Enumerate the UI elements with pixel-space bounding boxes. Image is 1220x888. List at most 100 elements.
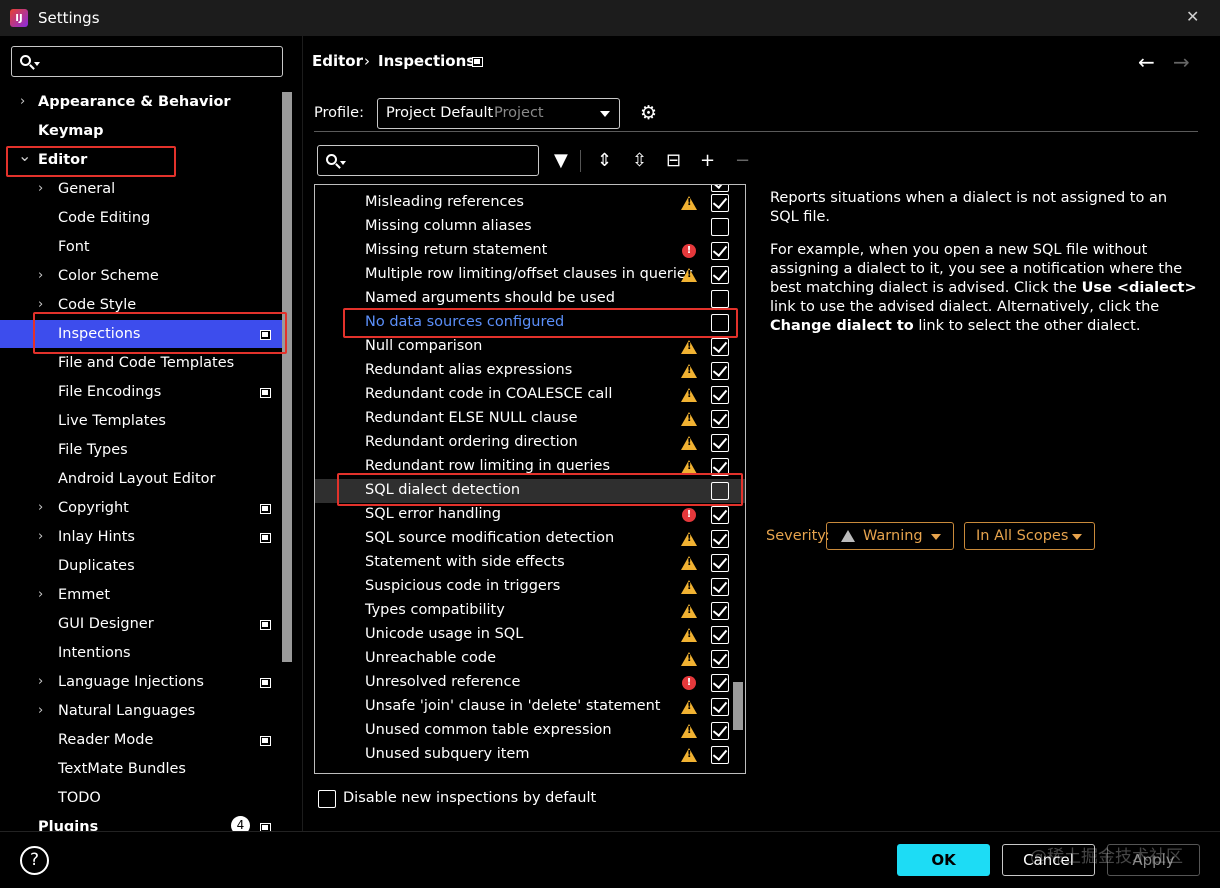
inspection-checkbox[interactable]: [711, 506, 729, 524]
breadcrumb-parent[interactable]: Editor: [312, 52, 363, 70]
inspection-checkbox[interactable]: [711, 242, 729, 260]
inspection-checkbox[interactable]: [711, 410, 729, 428]
inspection-checkbox[interactable]: [711, 362, 729, 380]
disable-new-checkbox[interactable]: [318, 790, 336, 808]
inspection-checkbox[interactable]: [711, 290, 729, 308]
close-icon[interactable]: ✕: [1186, 7, 1199, 26]
sidebar-item-label: File Encodings: [58, 384, 162, 400]
inspection-row[interactable]: SQL error handling!: [315, 503, 745, 527]
sidebar-item-general[interactable]: › General: [0, 175, 280, 203]
add-icon[interactable]: +: [700, 150, 715, 171]
inspection-checkbox[interactable]: [711, 554, 729, 572]
inspection-row[interactable]: Unresolved reference!: [315, 671, 745, 695]
sidebar-item-intentions[interactable]: Intentions: [0, 639, 280, 667]
inspection-checkbox[interactable]: [711, 722, 729, 740]
sidebar-item-textmate-bundles[interactable]: TextMate Bundles: [0, 755, 280, 783]
inspection-checkbox[interactable]: [711, 578, 729, 596]
inspection-row[interactable]: Unused common table expression: [315, 719, 745, 743]
sidebar-item-code-editing[interactable]: Code Editing: [0, 204, 280, 232]
chevron-right-icon[interactable]: ›: [20, 88, 25, 116]
inspection-label: Redundant alias expressions: [365, 362, 573, 378]
expand-all-icon[interactable]: ⇕: [597, 150, 612, 171]
sidebar-item-duplicates[interactable]: Duplicates: [0, 552, 280, 580]
profile-select[interactable]: Project Default Project: [377, 98, 620, 129]
sidebar-item-label: General: [58, 181, 116, 197]
sidebar-item-file-encodings[interactable]: File Encodings: [0, 378, 280, 406]
remove-icon[interactable]: −: [735, 150, 750, 171]
inspection-row[interactable]: Redundant code in COALESCE call: [315, 383, 745, 407]
sidebar-item-todo[interactable]: TODO: [0, 784, 280, 812]
inspection-label: Missing return statement: [365, 242, 548, 258]
inspection-checkbox[interactable]: [711, 650, 729, 668]
inspection-row[interactable]: Null comparison: [315, 335, 745, 359]
chevron-right-icon[interactable]: ›: [38, 262, 43, 290]
sidebar-search-input[interactable]: [11, 46, 283, 77]
inspection-row[interactable]: Statement with side effects: [315, 551, 745, 575]
inspection-checkbox[interactable]: [711, 386, 729, 404]
inspection-row[interactable]: Missing column aliases: [315, 215, 745, 239]
inspection-row[interactable]: Unused subquery item: [315, 743, 745, 767]
sidebar-item-label: Copyright: [58, 500, 129, 516]
chevron-right-icon[interactable]: ›: [38, 494, 43, 522]
chevron-right-icon[interactable]: ›: [38, 581, 43, 609]
inspection-row[interactable]: Unicode usage in SQL: [315, 623, 745, 647]
inspection-checkbox[interactable]: [711, 530, 729, 548]
reset-icon[interactable]: ⊟: [666, 150, 681, 171]
inspection-row[interactable]: Redundant ELSE NULL clause: [315, 407, 745, 431]
inspection-checkbox[interactable]: [711, 434, 729, 452]
gear-icon[interactable]: ⚙: [640, 102, 657, 124]
collapse-all-icon[interactable]: ⇳: [632, 150, 647, 171]
inspection-checkbox[interactable]: [711, 746, 729, 764]
inspection-label: Named arguments should be used: [365, 290, 615, 306]
inspection-row[interactable]: Redundant ordering direction: [315, 431, 745, 455]
sidebar-item-keymap[interactable]: Keymap: [0, 117, 280, 145]
chevron-right-icon[interactable]: ›: [38, 697, 43, 725]
chevron-down-icon: [931, 534, 941, 540]
inspection-checkbox[interactable]: [711, 698, 729, 716]
inspection-checkbox[interactable]: [711, 218, 729, 236]
sidebar-item-font[interactable]: Font: [0, 233, 280, 261]
inspection-checkbox[interactable]: [711, 266, 729, 284]
sidebar-scrollbar[interactable]: [282, 92, 292, 662]
inspection-checkbox[interactable]: [711, 602, 729, 620]
chevron-right-icon[interactable]: ›: [38, 523, 43, 551]
scope-select[interactable]: In All Scopes: [964, 522, 1095, 550]
list-scrollbar[interactable]: [733, 682, 743, 730]
sidebar-item-live-templates[interactable]: Live Templates: [0, 407, 280, 435]
ok-button[interactable]: OK: [897, 844, 990, 876]
sidebar-item-file-types[interactable]: File Types: [0, 436, 280, 464]
chevron-right-icon[interactable]: ›: [38, 175, 43, 203]
forward-arrow-icon[interactable]: →: [1173, 50, 1190, 74]
inspection-checkbox[interactable]: [711, 194, 729, 212]
panel-divider[interactable]: [302, 36, 303, 831]
severity-select[interactable]: Warning: [826, 522, 954, 550]
sidebar-item-language-injections[interactable]: › Language Injections: [0, 668, 280, 696]
sidebar-item-reader-mode[interactable]: Reader Mode: [0, 726, 280, 754]
sidebar-item-gui-designer[interactable]: GUI Designer: [0, 610, 280, 638]
sidebar-item-appearance-behavior[interactable]: › Appearance & Behavior: [0, 88, 280, 116]
filter-icon[interactable]: ▼: [554, 150, 568, 171]
sidebar-item-emmet[interactable]: › Emmet: [0, 581, 280, 609]
inspection-row[interactable]: Types compatibility: [315, 599, 745, 623]
chevron-right-icon[interactable]: ›: [38, 668, 43, 696]
inspection-row[interactable]: Missing return statement!: [315, 239, 745, 263]
sidebar-item-inlay-hints[interactable]: › Inlay Hints: [0, 523, 280, 551]
inspection-checkbox[interactable]: [711, 185, 729, 192]
inspections-search-input[interactable]: [317, 145, 539, 176]
inspection-row[interactable]: Unreachable code: [315, 647, 745, 671]
sidebar-item-copyright[interactable]: › Copyright: [0, 494, 280, 522]
inspection-row[interactable]: Unsafe 'join' clause in 'delete' stateme…: [315, 695, 745, 719]
sidebar-item-android-layout-editor[interactable]: Android Layout Editor: [0, 465, 280, 493]
inspection-row[interactable]: Suspicious code in triggers: [315, 575, 745, 599]
inspection-checkbox[interactable]: [711, 338, 729, 356]
inspection-checkbox[interactable]: [711, 674, 729, 692]
inspection-row[interactable]: Redundant alias expressions: [315, 359, 745, 383]
inspection-checkbox[interactable]: [711, 626, 729, 644]
warning-icon: [681, 604, 697, 618]
sidebar-item-natural-languages[interactable]: › Natural Languages: [0, 697, 280, 725]
inspection-row[interactable]: Multiple row limiting/offset clauses in …: [315, 263, 745, 287]
sidebar-item-color-scheme[interactable]: › Color Scheme: [0, 262, 280, 290]
back-arrow-icon[interactable]: ←: [1138, 50, 1155, 74]
help-button[interactable]: ?: [20, 846, 49, 875]
inspection-row[interactable]: SQL source modification detection: [315, 527, 745, 551]
